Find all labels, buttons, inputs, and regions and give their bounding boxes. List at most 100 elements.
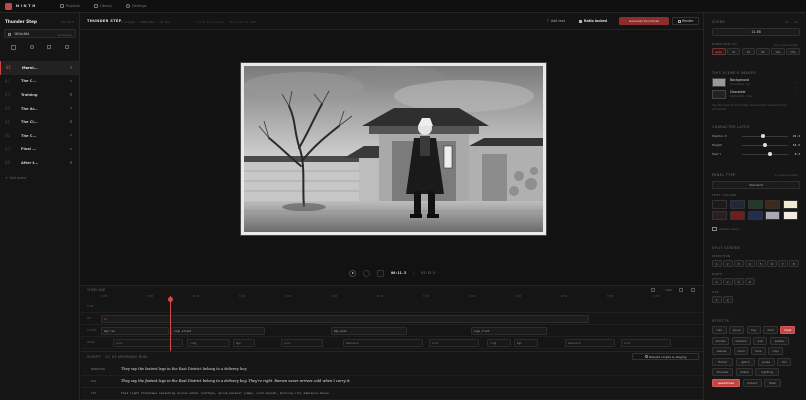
nav-settings[interactable]: Settings bbox=[126, 4, 146, 8]
effect-toggle[interactable]: shake bbox=[735, 368, 753, 376]
split-option-button[interactable]: 6 bbox=[767, 260, 777, 267]
duration-preset-button[interactable]: 15s bbox=[786, 48, 800, 55]
duration-input[interactable]: 11.65 bbox=[712, 28, 800, 36]
layer-menu-icon[interactable]: ⋯ bbox=[795, 80, 798, 84]
split-option-button[interactable]: 2 bbox=[723, 260, 733, 267]
preview-frame[interactable] bbox=[241, 63, 546, 235]
effect-toggle[interactable]: ash bbox=[753, 336, 768, 345]
zoom-out-icon[interactable] bbox=[651, 288, 655, 292]
color-swatch[interactable] bbox=[747, 211, 763, 220]
timeline-clip[interactable]: bg1 bbox=[514, 339, 538, 347]
scene-list-item[interactable]: 06 The C... bbox=[0, 129, 80, 143]
color-swatch[interactable] bbox=[783, 200, 799, 209]
split-option-button[interactable]: 4 bbox=[745, 278, 755, 285]
search-icon[interactable] bbox=[29, 45, 34, 49]
fit-icon[interactable] bbox=[691, 288, 695, 292]
timeline-clip[interactable]: suhk bbox=[113, 339, 183, 347]
image-layer-item[interactable]: Character 1024×464 · char ⋯ bbox=[712, 89, 800, 101]
slider-track[interactable] bbox=[742, 143, 788, 147]
scene-list-item[interactable]: 08 After t... bbox=[0, 156, 80, 170]
effect-toggle[interactable]: vhs bbox=[777, 357, 792, 366]
audio-tool-icon[interactable] bbox=[65, 45, 70, 49]
color-swatch[interactable] bbox=[765, 200, 781, 209]
ratio-lock-toggle[interactable]: Ratio locked bbox=[579, 19, 607, 23]
slider-track[interactable] bbox=[742, 134, 788, 138]
slider-track[interactable] bbox=[742, 152, 788, 156]
effect-toggle[interactable]: pulse bbox=[757, 357, 775, 366]
color-swatch[interactable] bbox=[712, 200, 727, 209]
nav-projects[interactable]: Projects bbox=[60, 4, 80, 8]
split-option-button[interactable]: 2 bbox=[723, 296, 733, 303]
scene-list-item[interactable]: 01 Morni... bbox=[0, 61, 80, 75]
generate-thumbnail-button[interactable]: Generate thumbnail bbox=[619, 17, 669, 25]
timeline-clip[interactable]: suhk bbox=[621, 339, 671, 347]
timeline-clip[interactable]: ambience bbox=[343, 339, 423, 347]
effect-toggle[interactable]: fog bbox=[746, 326, 761, 334]
split-option-button[interactable]: 7 bbox=[778, 260, 788, 267]
playhead-handle[interactable] bbox=[168, 297, 173, 302]
scene-list-item[interactable]: 03 Training bbox=[0, 88, 80, 102]
effect-toggle[interactable]: smoke bbox=[712, 336, 729, 345]
duration-preset-button[interactable]: 5s bbox=[741, 48, 756, 55]
duration-preset-button[interactable]: 3s bbox=[726, 48, 741, 55]
image-tool-icon[interactable] bbox=[47, 45, 52, 49]
effect-toggle[interactable]: rain bbox=[712, 326, 727, 334]
effect-toggle[interactable]: thunder bbox=[712, 368, 734, 376]
split-option-button[interactable]: 1 bbox=[712, 296, 722, 303]
duration-preset-button[interactable]: 10s bbox=[771, 48, 785, 55]
add-scene-button[interactable]: + Add scene bbox=[5, 176, 26, 180]
fullscreen-button[interactable] bbox=[377, 269, 384, 277]
scene-list-item[interactable]: 05 The Cl... bbox=[0, 115, 80, 129]
timeline-zoom[interactable]: 100% bbox=[665, 288, 672, 292]
color-swatch[interactable] bbox=[712, 211, 727, 220]
nav-library[interactable]: Library bbox=[93, 4, 112, 8]
rebuild-scripts-button[interactable]: Rebuild scripts & staging bbox=[632, 353, 699, 360]
effect-toggle[interactable]: flicker bbox=[712, 357, 734, 366]
effect-toggle[interactable]: heat bbox=[780, 326, 796, 334]
loop-button[interactable] bbox=[363, 269, 370, 277]
effect-toggle[interactable]: petals bbox=[769, 336, 789, 345]
script-line[interactable]: SFX Fast light footsteps splashing across… bbox=[81, 388, 703, 400]
scene-list-item[interactable]: 02 The C... bbox=[0, 75, 80, 89]
slider-thumb[interactable] bbox=[767, 152, 772, 156]
scene-list-item[interactable]: 07 Final ... bbox=[0, 143, 80, 157]
effect-toggle[interactable]: neon bbox=[733, 347, 749, 355]
timeline-clip[interactable]: sign_street bbox=[171, 327, 265, 335]
split-option-button[interactable]: 3 bbox=[734, 260, 744, 267]
playhead[interactable] bbox=[170, 296, 171, 352]
duration-preset-button[interactable]: 8s bbox=[756, 48, 770, 55]
script-line[interactable]: NARRATOR They say the fastest legs in the… bbox=[81, 364, 703, 376]
custom-colour-control[interactable]: custom colour bbox=[712, 227, 739, 231]
play-button[interactable] bbox=[349, 269, 356, 277]
render-button[interactable]: Render bbox=[672, 17, 699, 25]
resolution-select[interactable]: 1024×464 landscape bbox=[4, 29, 76, 38]
timeline-clip[interactable]: ring bbox=[487, 339, 511, 347]
image-layer-item[interactable]: Background 1024×464 · bg ⋯ bbox=[712, 77, 800, 89]
effect-toggle[interactable]: embers bbox=[731, 336, 751, 345]
effect-toggle[interactable]: leaves bbox=[712, 347, 732, 355]
split-option-button[interactable]: 8 bbox=[789, 260, 799, 267]
script-line[interactable]: KAI They say the fastest legs in the East… bbox=[81, 376, 703, 388]
timeline-clip[interactable]: ring bbox=[187, 339, 230, 347]
effect-toggle[interactable]: speedlines bbox=[712, 378, 740, 387]
scene-list-item[interactable]: 04 The Ar... bbox=[0, 102, 80, 116]
scenes-tool-icon[interactable] bbox=[10, 44, 16, 50]
timeline-clip[interactable]: ambience bbox=[565, 339, 615, 347]
split-option-button[interactable]: 2 bbox=[723, 278, 733, 285]
slider-thumb[interactable] bbox=[763, 143, 767, 147]
timeline-clip[interactable]: 01 bbox=[101, 315, 589, 323]
timeline-clip[interactable]: bg1 bbox=[233, 339, 255, 347]
effect-toggle[interactable]: rays bbox=[768, 347, 784, 355]
layer-menu-icon[interactable]: ⋯ bbox=[795, 92, 798, 96]
timeline-clip[interactable]: suhk bbox=[429, 339, 479, 347]
timeline-clip[interactable]: bg1_walk bbox=[331, 327, 407, 335]
color-swatch[interactable] bbox=[729, 211, 745, 220]
color-swatch[interactable] bbox=[729, 200, 745, 209]
split-option-button[interactable]: 5 bbox=[756, 260, 766, 267]
effect-toggle[interactable]: lens bbox=[751, 347, 766, 355]
timeline-clip[interactable]: sign_front bbox=[471, 327, 547, 335]
effect-toggle[interactable]: lighting bbox=[755, 368, 779, 376]
split-option-button[interactable]: 4 bbox=[745, 260, 755, 267]
split-option-button[interactable]: 1 bbox=[712, 260, 722, 267]
panel-type-select[interactable]: Standard bbox=[712, 181, 800, 189]
